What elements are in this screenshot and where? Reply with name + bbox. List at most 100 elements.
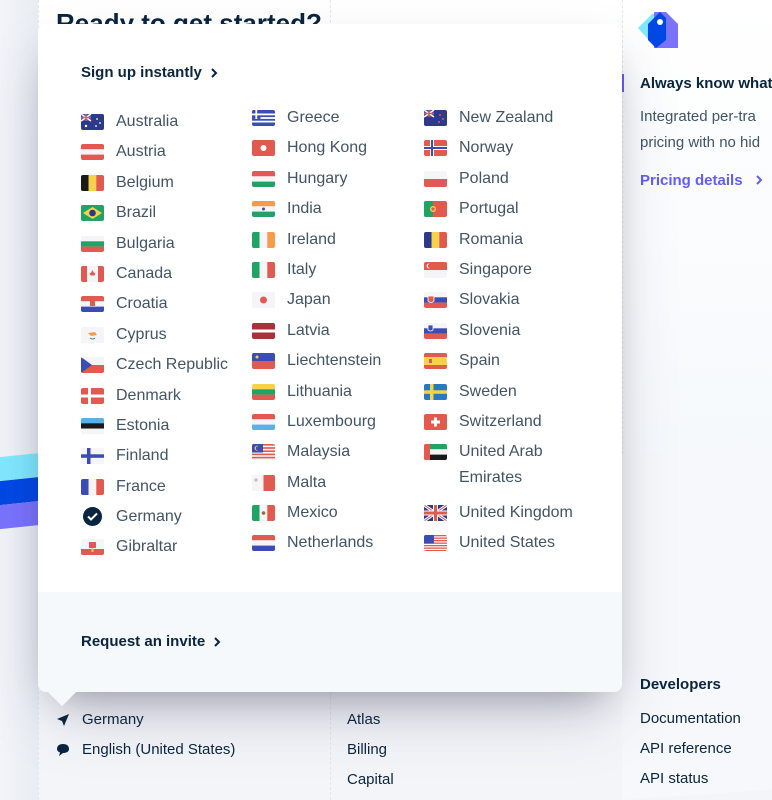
flag-gr-icon: [252, 110, 275, 126]
country-name: Switzerland: [459, 412, 542, 430]
pricing-text-line: pricing with no hid: [640, 134, 761, 151]
flag-ch-icon: [424, 413, 447, 430]
flag-cy-icon: [81, 326, 104, 343]
country-item[interactable]: Netherlands: [252, 534, 381, 564]
flag-ca-icon: [81, 265, 104, 282]
flag-no-icon: [424, 140, 447, 157]
flag-in-icon: [252, 201, 275, 218]
country-name: Hungary: [287, 169, 348, 187]
country-name: Hong Kong: [287, 139, 368, 157]
flag-ae-icon: [424, 444, 447, 461]
country-item[interactable]: Slovenia: [424, 322, 579, 352]
country-name: Japan: [287, 291, 331, 309]
flag-gb-icon: [424, 505, 447, 522]
developers-heading: Developers: [640, 676, 721, 693]
flag-bg-icon: [81, 235, 104, 252]
country-name: United Arab Emirates: [459, 443, 543, 487]
country-name: Denmark: [116, 386, 181, 404]
country-column: Greece Hong Kong Hungary India Ireland Italy J…: [252, 109, 381, 565]
country-name: Germany: [116, 508, 182, 526]
request-invite-label: Request an invite: [81, 633, 206, 650]
request-invite-link[interactable]: Request an invite: [81, 633, 221, 650]
products-column: Atlas Billing Capital: [347, 705, 394, 795]
country-column: New Zealand Norway Poland Portugal Romania Si…: [424, 109, 579, 565]
left-gutter: [0, 0, 38, 800]
sign-up-instantly-link[interactable]: Sign up instantly: [81, 64, 218, 81]
country-name: Luxembourg: [287, 412, 376, 430]
footer-link[interactable]: Atlas: [347, 705, 394, 735]
country-name: Croatia: [116, 295, 168, 313]
country-selector[interactable]: Germany: [56, 705, 235, 735]
country-popover: Sign up instantly Australia Austria Belgiu…: [38, 24, 622, 707]
flag-cz-icon: [81, 357, 104, 374]
country-name: Greece: [287, 109, 340, 126]
developers-column: Developers Documentation API reference A…: [640, 670, 741, 794]
flag-it-icon: [252, 261, 275, 278]
country-item[interactable]: Gibraltar: [81, 538, 228, 568]
flag-jp-icon: [252, 292, 275, 309]
footer-link[interactable]: API reference: [640, 734, 741, 764]
country-name: Australia: [116, 113, 179, 130]
country-name: Portugal: [459, 200, 519, 218]
flag-au-icon: [81, 114, 104, 130]
country-name: Norway: [459, 139, 514, 157]
flag-nl-icon: [252, 535, 275, 552]
flag-li-icon: [252, 353, 275, 370]
pricing-details-link[interactable]: Pricing details: [640, 172, 763, 189]
footer-link[interactable]: Documentation: [640, 704, 741, 734]
country-item[interactable]: Ireland: [252, 231, 381, 261]
country-name: Cyprus: [116, 325, 167, 343]
flag-sg-icon: [424, 261, 447, 278]
pricing-text-line: Integrated per-tra: [640, 108, 756, 125]
flag-pl-icon: [424, 170, 447, 187]
pricing-title: Always know what: [640, 75, 772, 92]
footer-link[interactable]: API status: [640, 764, 741, 794]
chevron-right-icon: [756, 175, 763, 185]
country-name: Canada: [116, 264, 173, 282]
flag-ie-icon: [252, 231, 275, 248]
country-name: Austria: [116, 143, 166, 161]
country-name: Italy: [287, 260, 317, 278]
country-name: United Kingdom: [459, 504, 573, 522]
flag-mx-icon: [252, 505, 275, 522]
country-name: Belgium: [116, 173, 174, 191]
country-name: Lithuania: [287, 382, 352, 400]
country-name: Gibraltar: [116, 538, 178, 556]
flag-lt-icon: [252, 383, 275, 400]
country-name: Slovenia: [459, 321, 521, 339]
footer-link[interactable]: Billing: [347, 735, 394, 765]
pricing-details-label: Pricing details: [640, 172, 743, 189]
country-name: Singapore: [459, 260, 532, 278]
sign-up-label: Sign up instantly: [81, 64, 202, 81]
country-name: Liechtenstein: [287, 352, 382, 370]
flag-lv-icon: [252, 322, 275, 339]
country-name: Sweden: [459, 382, 517, 400]
price-tag-icon: [638, 12, 678, 48]
country-item[interactable]: United Arab Emirates: [424, 443, 579, 504]
location-arrow-icon: [57, 714, 69, 726]
country-name: Malta: [287, 473, 327, 491]
country-item[interactable]: United States: [424, 534, 579, 564]
footer-link[interactable]: Capital: [347, 765, 394, 795]
flag-es-icon: [424, 353, 447, 370]
country-column: Australia Austria Belgium Brazil Bulgaria Can…: [81, 113, 228, 569]
country-name: Netherlands: [287, 534, 374, 552]
country-name: Bulgaria: [116, 234, 175, 252]
flag-be-icon: [81, 174, 104, 191]
flag-gi-icon: [81, 539, 104, 556]
speech-bubble-icon: [57, 744, 69, 756]
flag-mt-icon: [252, 474, 275, 491]
country-name: India: [287, 200, 322, 218]
flag-ro-icon: [424, 231, 447, 248]
flag-fi-icon: [81, 448, 104, 465]
flag-ee-icon: [81, 417, 104, 434]
flag-sk-icon: [424, 292, 447, 309]
chevron-right-icon: [214, 636, 221, 647]
country-name: Malaysia: [287, 443, 351, 461]
flag-dk-icon: [81, 387, 104, 404]
country-name: Ireland: [287, 230, 336, 248]
language-selector[interactable]: English (United States): [56, 735, 235, 765]
flag-fr-icon: [81, 478, 104, 495]
country-name: Czech Republic: [116, 356, 229, 374]
country-name: Latvia: [287, 321, 330, 339]
